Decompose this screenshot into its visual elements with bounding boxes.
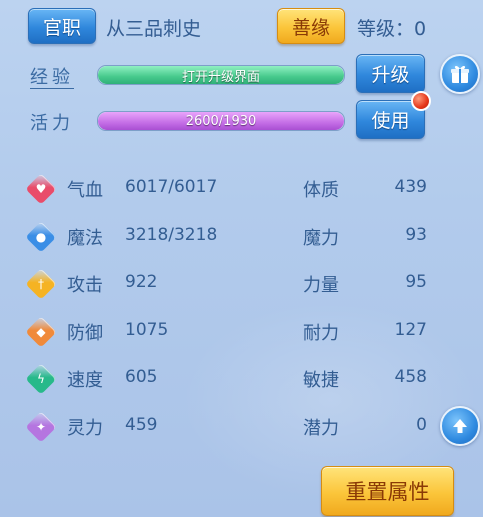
gift-icon — [451, 65, 469, 83]
attribute-name: 耐力 — [303, 322, 339, 344]
stat-name: 攻击 — [67, 275, 103, 297]
stat-value: 459 — [125, 415, 158, 435]
attribute-value: 0 — [416, 415, 427, 435]
lightning-icon: ϟ — [25, 363, 57, 395]
stat-value: 3218/3218 — [125, 224, 218, 245]
vitality-bar: 2600/1930 — [97, 111, 345, 131]
attribute-value: 95 — [405, 272, 427, 293]
notification-dot — [411, 91, 431, 111]
rank-title: 从三品刺史 — [106, 18, 202, 40]
attribute-name: 潜力 — [303, 418, 339, 439]
reset-attributes-button[interactable]: 重置属性 — [321, 466, 454, 516]
stat-name: 速度 — [67, 370, 103, 392]
exp-bar[interactable]: 打开升级界面 — [97, 65, 345, 85]
exp-bar-text: 打开升级界面 — [181, 69, 260, 85]
heart-icon: ♥ — [25, 173, 57, 205]
attribute-value: 93 — [405, 224, 427, 245]
spirit-icon: ✦ — [25, 411, 57, 443]
attribute-value: 458 — [394, 367, 427, 388]
magic-icon: ● — [25, 221, 57, 253]
stat-name: 防御 — [67, 322, 103, 344]
attribute-name: 体质 — [303, 180, 339, 201]
stat-name: 气血 — [67, 180, 103, 201]
level-label: 等级：0 — [357, 18, 427, 40]
stat-value: 6017/6017 — [125, 177, 218, 197]
stat-value: 922 — [125, 272, 158, 293]
stat-name: 灵力 — [67, 418, 103, 439]
stat-value: 605 — [125, 367, 158, 388]
upgrade-button[interactable]: 升级 — [356, 54, 425, 93]
rank-button[interactable]: 官职 — [28, 8, 96, 44]
gift-button[interactable] — [440, 54, 480, 94]
attribute-name: 魔力 — [303, 227, 339, 249]
vitality-bar-text: 2600/1930 — [185, 113, 257, 129]
attribute-name: 力量 — [303, 275, 339, 297]
stat-name: 魔法 — [67, 227, 103, 249]
vitality-label: 活力 — [30, 113, 74, 134]
sword-icon: † — [25, 268, 57, 300]
exp-label[interactable]: 经验 — [30, 63, 74, 89]
karma-button[interactable]: 善缘 — [277, 8, 345, 44]
add-potential-button[interactable] — [440, 406, 480, 446]
shield-icon: ◆ — [25, 316, 57, 348]
attribute-name: 敏捷 — [303, 370, 339, 392]
attribute-value: 127 — [394, 319, 427, 340]
attribute-value: 439 — [394, 177, 427, 197]
arrow-up-icon — [453, 419, 467, 433]
stat-value: 1075 — [125, 319, 169, 340]
